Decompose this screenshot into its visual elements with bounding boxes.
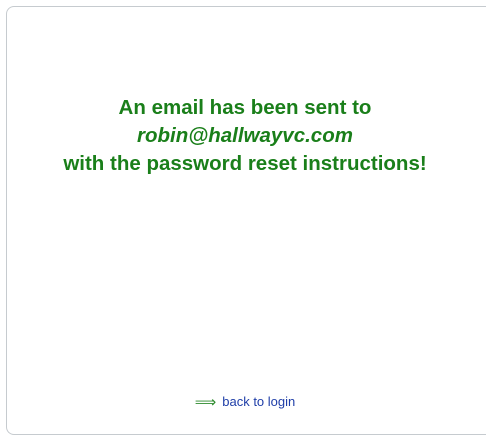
message-line-instructions: with the password reset instructions!	[63, 152, 427, 175]
reset-confirmation-panel: An email has been sent to robin@hallwayv…	[6, 6, 486, 435]
confirmation-message: An email has been sent to robin@hallwayv…	[7, 94, 483, 178]
message-email-address: robin@hallwayvc.com	[137, 124, 353, 147]
back-to-login-label[interactable]: back to login	[222, 394, 295, 409]
message-line-sent: An email has been sent to	[118, 96, 372, 119]
right-arrow-icon: ⟹	[194, 394, 217, 411]
back-to-login-link[interactable]: ⟹ back to login	[7, 393, 483, 412]
